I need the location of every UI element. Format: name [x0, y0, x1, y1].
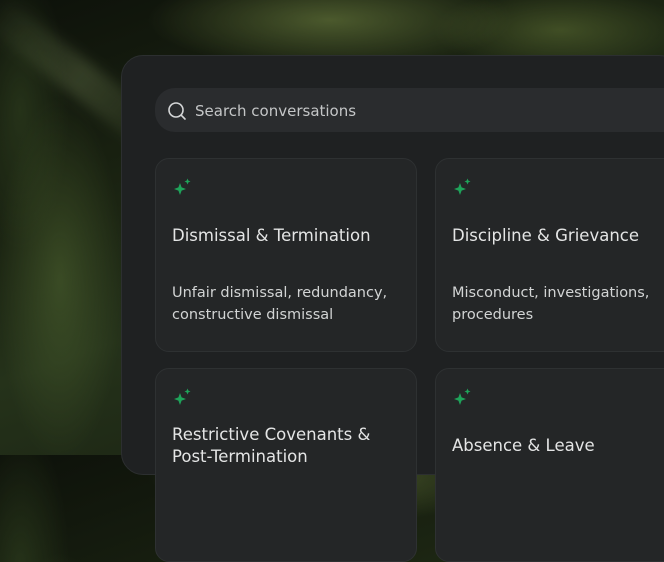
search-input[interactable] [193, 88, 657, 134]
topic-title: Dismissal & Termination [172, 226, 371, 245]
conversation-panel: Dismissal & Termination Unfair dismissal… [121, 55, 664, 562]
topic-card-dismissal[interactable]: Dismissal & Termination Unfair dismissal… [155, 158, 417, 352]
sparkle-icon [174, 178, 191, 195]
sparkle-icon [454, 178, 471, 195]
topic-card-restrictive-covenants[interactable]: Restrictive Covenants & Post-Termination [155, 368, 417, 562]
topic-title: Discipline & Grievance [452, 226, 640, 245]
sparkle-icon [174, 388, 191, 405]
topic-description: Misconduct, investigations, procedures [452, 285, 650, 323]
search-icon [168, 102, 186, 120]
sparkle-icon [454, 388, 471, 405]
topic-description: Unfair dismissal, redundancy, constructi… [172, 285, 388, 323]
topic-card-absence-leave[interactable]: Absence & Leave [435, 368, 664, 562]
topic-title: Restrictive Covenants & Post-Termination [172, 425, 371, 466]
search-bar[interactable] [155, 88, 664, 134]
topic-title: Absence & Leave [452, 436, 595, 455]
topic-card-discipline[interactable]: Discipline & Grievance Misconduct, inves… [435, 158, 664, 352]
